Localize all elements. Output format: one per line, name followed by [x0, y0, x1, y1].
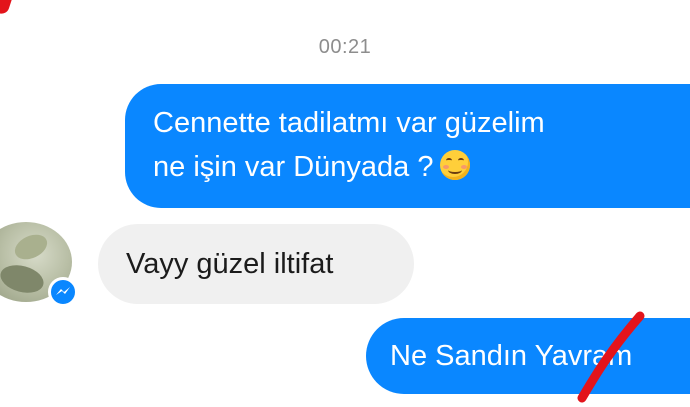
message-line-2-text: ne işin var Dünyada ? — [153, 151, 434, 183]
messenger-badge-icon — [48, 277, 78, 307]
received-message-bubble[interactable]: Vayy güzel iltifat — [98, 224, 414, 304]
message-timestamp: 00:21 — [318, 36, 372, 58]
red-scribble-strikethrough — [577, 311, 645, 403]
smiling-blush-emoji-icon — [439, 150, 470, 180]
message-line-1: Cennette tadilatmı var güzelim — [153, 107, 545, 139]
sent-message-bubble-1[interactable]: Cennette tadilatmı var güzelim ne işin v… — [125, 84, 690, 208]
message-line-2: ne işin var Dünyada ? — [153, 145, 690, 189]
red-scribble-mark-top — [0, 0, 13, 16]
